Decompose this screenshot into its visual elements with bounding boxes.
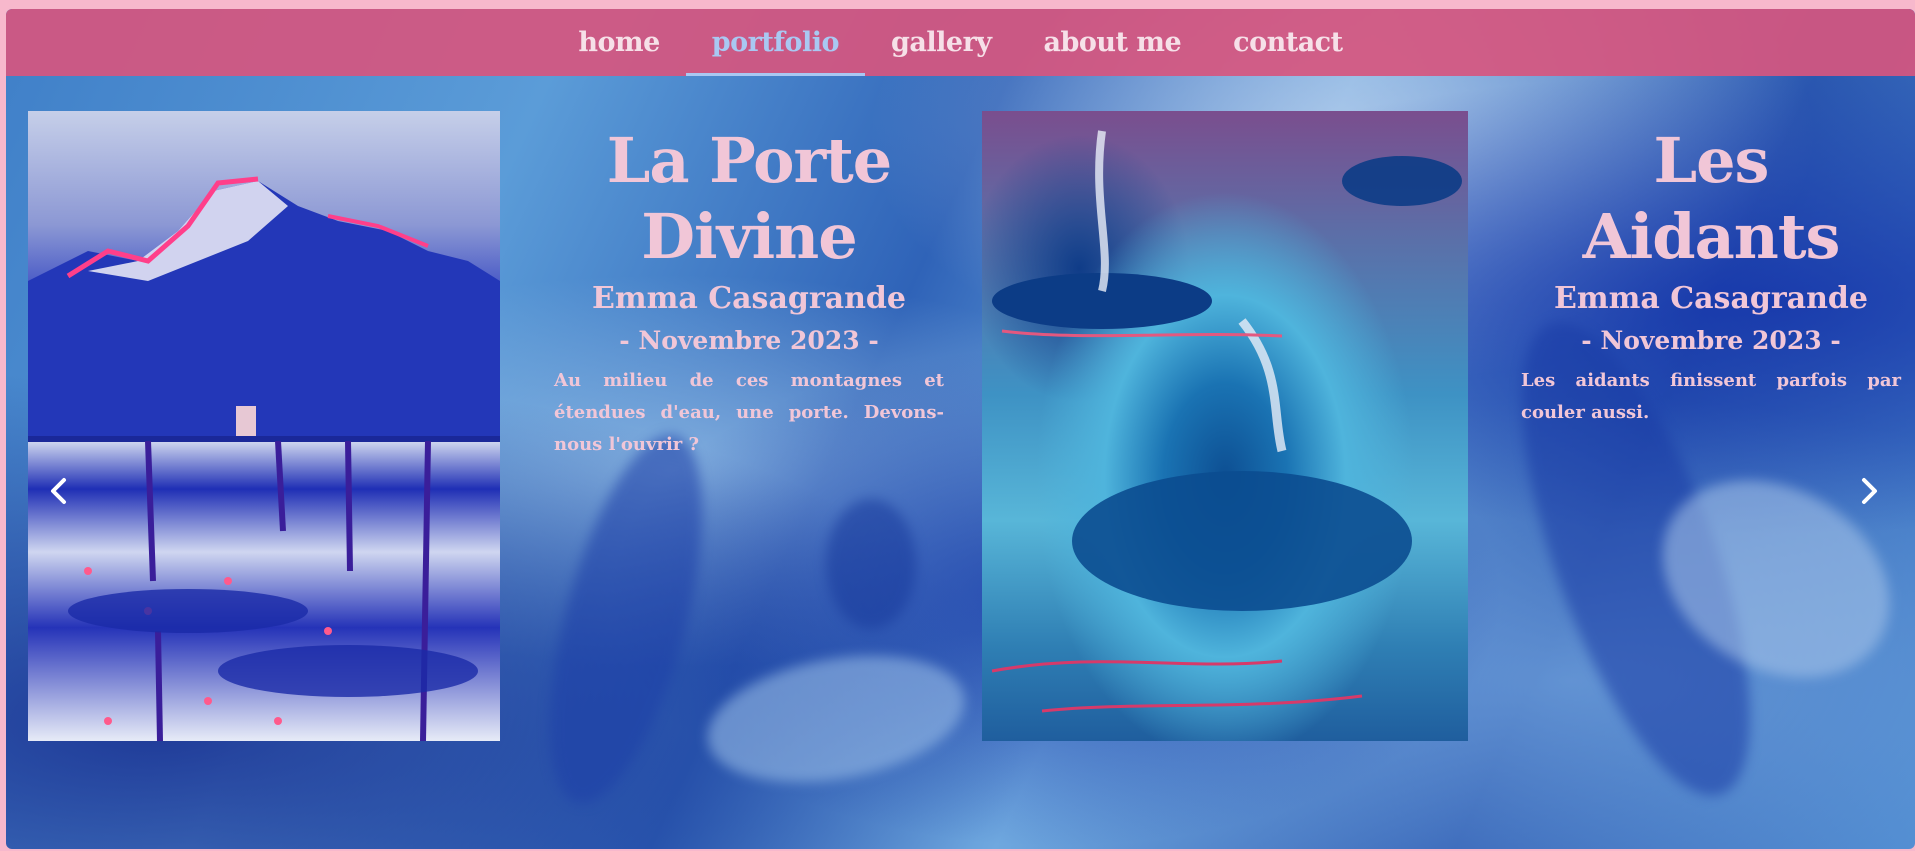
artwork-date: - Novembre 2023 - <box>1581 326 1841 355</box>
nav-contact[interactable]: contact <box>1207 9 1368 76</box>
water-painting-art <box>991 130 1462 713</box>
background-stroke <box>518 419 734 819</box>
slide-caption-1: La Porte Divine Emma Casagrande - Novemb… <box>554 123 944 461</box>
mountain-painting-art <box>28 176 500 741</box>
artwork-description: Les aidants finissent parfois par couler… <box>1521 370 1901 423</box>
artist-name: Emma Casagrande <box>592 281 906 316</box>
slide-caption-2: Les Aidants Emma Casagrande - Novembre 2… <box>1521 123 1901 429</box>
top-nav: home portfolio gallery about me contact <box>6 9 1915 76</box>
artwork-date: - Novembre 2023 - <box>619 326 879 355</box>
nav-portfolio[interactable]: portfolio <box>685 9 866 76</box>
nav-about-me[interactable]: about me <box>1018 9 1208 76</box>
painting-les-aidants[interactable] <box>982 111 1468 741</box>
nav-gallery[interactable]: gallery <box>865 9 1017 76</box>
artist-name: Emma Casagrande <box>1554 281 1868 316</box>
background-stroke <box>826 499 916 629</box>
artwork-title: Les Aidants <box>1582 124 1841 273</box>
carousel-prev-button[interactable] <box>44 473 74 509</box>
chevron-left-icon <box>51 478 66 504</box>
page-frame: home portfolio gallery about me contact <box>6 9 1915 849</box>
nav-home[interactable]: home <box>552 9 685 76</box>
background-stroke <box>697 637 975 801</box>
chevron-right-icon <box>1862 478 1877 504</box>
carousel-next-button[interactable] <box>1854 473 1884 509</box>
painting-la-porte-divine[interactable] <box>28 111 500 741</box>
artwork-description: Au milieu de ces montagnes et étendues d… <box>554 370 944 455</box>
artwork-title: La Porte Divine <box>606 124 892 273</box>
